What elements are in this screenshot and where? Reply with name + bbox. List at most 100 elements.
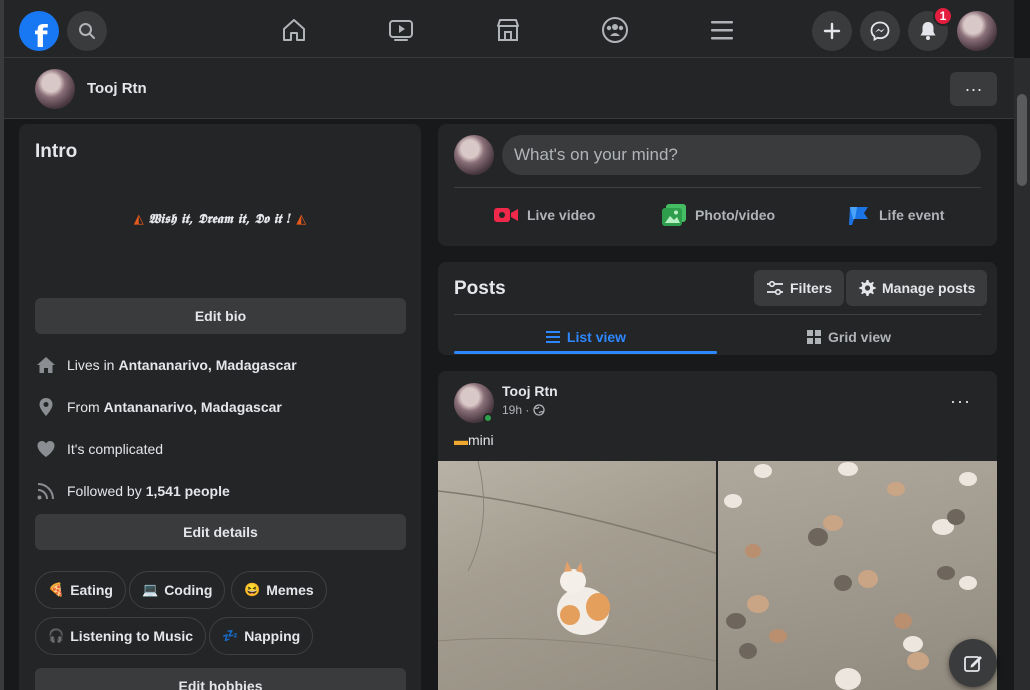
bio-content: 𝖂𝖎𝖘𝖍 𝖎𝖙, 𝕯𝖗𝖊𝖆𝖒 𝖎𝖙, 𝕯𝖔 𝖎𝖙 ! [148,212,292,227]
rss-icon [35,480,57,502]
globe-icon [533,404,546,416]
home-icon [283,19,305,41]
marketplace-icon [497,19,519,41]
watch-icon [389,20,413,41]
account-avatar[interactable] [957,11,997,51]
groups-icon [602,17,628,43]
home-nav-button[interactable] [279,15,309,45]
create-button[interactable] [812,11,852,51]
photo-video-button[interactable]: Photo/video [661,202,775,228]
edit-hobbies-button[interactable]: Edit hobbies [35,668,406,690]
bell-icon [920,22,936,40]
composer-avatar[interactable] [454,135,494,175]
post-text: ▬mini [454,432,494,448]
groups-nav-button[interactable] [600,15,630,45]
detail-value[interactable]: Antananarivo, Madagascar [104,399,282,415]
search-icon [79,23,95,39]
post-photo-kitten[interactable] [438,461,716,690]
profile-avatar[interactable] [35,69,75,109]
detail-from: From Antananarivo, Madagascar [35,395,282,419]
new-message-button[interactable] [949,639,997,687]
hobby-label: Coding [164,582,213,598]
detail-value[interactable]: Antananarivo, Madagascar [118,357,296,373]
menu-icon [711,21,733,40]
flag-icon: ◭ [296,212,307,227]
divider [454,187,981,188]
marketplace-nav-button[interactable] [493,15,523,45]
laughing-face-icon: 😆 [244,582,261,597]
posts-header-card: Posts Filters Manage posts List view Gri… [438,262,997,355]
action-label: Life event [879,207,945,223]
detail-relationship: It's complicated [35,437,163,461]
post-time[interactable]: 19h · [502,403,529,417]
intro-card: Intro ◭ 𝖂𝖎𝖘𝖍 𝖎𝖙, 𝕯𝖗𝖊𝖆𝖒 𝖎𝖙, 𝕯𝖔 𝖎𝖙 ! ◭ Edi… [19,124,421,690]
bread-icon: ▬ [454,432,468,448]
tab-grid-view[interactable]: Grid view [717,322,980,352]
post-options-button[interactable]: ··· [950,391,971,412]
tab-label: Grid view [827,329,892,345]
hobby-label: Eating [70,582,113,598]
status-input[interactable]: What's on your mind? [502,135,981,175]
flag-icon: ◭ [133,212,144,227]
menu-nav-button[interactable] [707,15,737,45]
edit-bio-button[interactable]: Edit bio [35,298,406,334]
action-label: Photo/video [695,207,776,223]
hobby-chip[interactable]: 😆 Memes [231,571,327,609]
location-pin-icon [35,396,57,418]
facebook-logo-icon[interactable]: f [19,11,59,51]
bio-text: ◭ 𝖂𝖎𝖘𝖍 𝖎𝖙, 𝕯𝖗𝖊𝖆𝖒 𝖎𝖙, 𝕯𝖔 𝖎𝖙 ! ◭ [19,212,421,227]
headphones-icon: 🎧 [48,628,65,643]
active-tab-indicator [454,351,717,354]
profile-header-bar: Tooj Rtn ··· [4,58,1014,119]
divider [454,314,981,315]
tab-label: List view [566,329,627,345]
pizza-icon: 🍕 [48,582,65,597]
messenger-icon [870,21,890,41]
laptop-icon: 💻 [142,582,159,597]
life-event-button[interactable]: Life event [847,202,944,228]
search-button[interactable] [67,11,107,51]
filters-button[interactable]: Filters [754,270,845,306]
hobby-chip[interactable]: 🎧 Listening to Music [35,617,207,655]
scrollbar-thumb[interactable] [1017,94,1027,186]
grid-icon [806,329,822,345]
hobby-chip[interactable]: 💻 Coding [129,571,226,609]
sliders-icon [766,280,784,296]
hobby-chip[interactable]: 💤 Napping [209,617,314,655]
post-meta: 19h · [502,403,546,417]
hobby-label: Napping [244,628,301,644]
heart-icon [35,438,57,460]
live-video-button[interactable]: Live video [493,202,595,228]
post-author-name[interactable]: Tooj Rtn [502,383,558,399]
profile-more-button[interactable]: ··· [950,72,997,106]
detail-followers: Followed by 1,541 people [35,479,230,503]
page-scrollbar[interactable] [1014,58,1030,690]
filters-label: Filters [790,280,833,296]
online-status-dot [483,413,493,423]
profile-name[interactable]: Tooj Rtn [87,80,147,97]
manage-posts-label: Manage posts [882,280,976,296]
watch-nav-button[interactable] [386,15,416,45]
home-icon [35,354,57,376]
post-card: Tooj Rtn 19h · ··· ▬mini [438,371,997,690]
hobby-label: Memes [266,582,314,598]
post-body: mini [468,432,494,448]
messenger-button[interactable] [860,11,900,51]
notification-badge: 1 [933,6,953,26]
photo-icon [661,203,687,227]
manage-posts-button[interactable]: Manage posts [846,270,988,306]
intro-title: Intro [35,141,78,162]
action-label: Live video [527,207,596,223]
gear-icon [858,279,876,297]
flag-icon [847,204,871,226]
list-icon [545,330,561,344]
video-camera-icon [493,204,519,226]
detail-text: It's complicated [67,441,164,457]
plus-icon [823,22,841,40]
hobby-chip[interactable]: 🍕 Eating [35,571,126,609]
posts-title: Posts [454,278,506,299]
detail-lives-in: Lives in Antananarivo, Madagascar [35,353,297,377]
tab-list-view[interactable]: List view [454,322,717,352]
detail-value[interactable]: 1,541 people [146,483,230,499]
edit-details-button[interactable]: Edit details [35,514,406,550]
